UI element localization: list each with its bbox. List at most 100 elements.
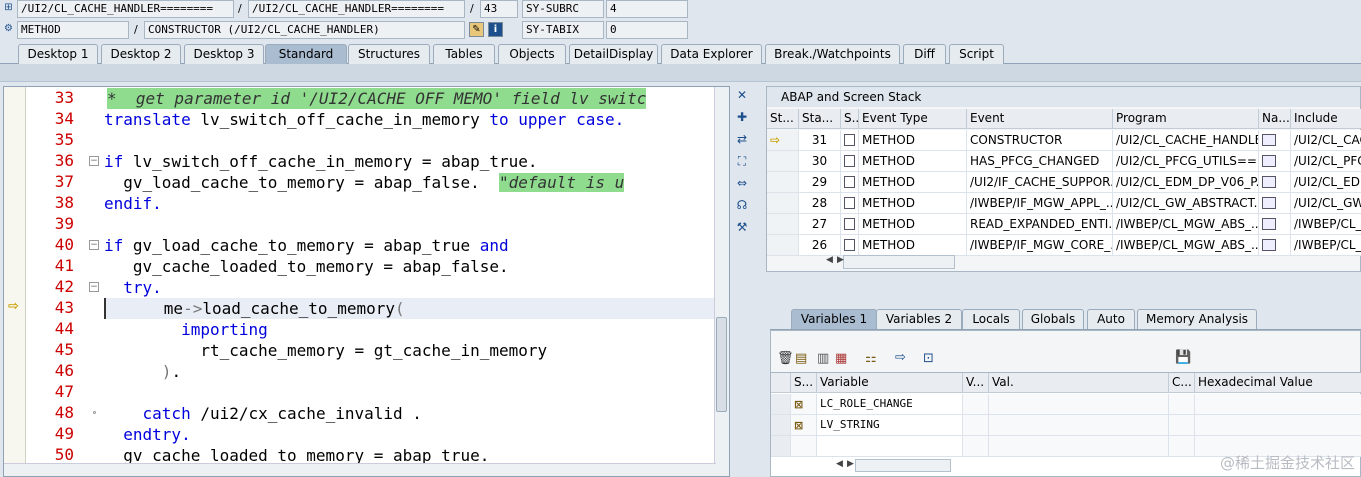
stack-column-header[interactable]: Sta...	[799, 109, 841, 129]
stack-s-cell[interactable]	[841, 193, 859, 214]
variable-column-header[interactable]: Val.	[989, 373, 1169, 393]
stack-event-cell[interactable]: READ_EXPANDED_ENTI...	[967, 214, 1113, 235]
vars-h-scrollbar[interactable]: ◀ ▶	[836, 459, 951, 472]
stack-column-header[interactable]: Event	[967, 109, 1113, 129]
variable-column-header[interactable]: S...	[791, 373, 817, 393]
tab-data-explorer[interactable]: Data Explorer	[661, 44, 762, 64]
stack-event-type-cell[interactable]: METHOD	[859, 172, 967, 193]
stack-active-cell[interactable]	[767, 172, 799, 193]
tab-desktop-2[interactable]: Desktop 2	[101, 44, 181, 64]
stack-include-cell[interactable]: /UI2/CL_GW	[1291, 193, 1361, 214]
stack-active-cell[interactable]	[767, 235, 799, 256]
stack-column-header[interactable]: Program	[1113, 109, 1259, 129]
code-line[interactable]: gv_cache_loaded_to_memory = abap_false.	[104, 256, 509, 277]
code-line[interactable]: try.	[104, 277, 162, 298]
navigate-icon[interactable]	[1262, 239, 1276, 251]
stack-level-cell[interactable]: 30	[799, 151, 841, 172]
editor-horizontal-scrollbar[interactable]	[4, 463, 716, 476]
info-icon[interactable]: i	[488, 22, 503, 37]
fold-toggle-icon[interactable]: −	[89, 240, 99, 250]
variable-name-cell[interactable]: LV_STRING	[817, 415, 963, 436]
stack-column-header[interactable]: Include	[1291, 109, 1361, 129]
stack-event-cell[interactable]: /UI2/IF_CACHE_SUPPOR...	[967, 172, 1113, 193]
stack-include-cell[interactable]: /IWBEP/CL_	[1291, 214, 1361, 235]
tab-structures[interactable]: Structures	[348, 44, 430, 64]
stack-event-cell[interactable]: /IWBEP/IF_MGW_CORE_...	[967, 235, 1113, 256]
variables-tab[interactable]: Auto	[1087, 309, 1135, 329]
fold-toggle-icon[interactable]: −	[89, 156, 99, 166]
variable-column-header[interactable]: V...	[963, 373, 989, 393]
variable-change-cell[interactable]	[1169, 394, 1195, 415]
stack-include-cell[interactable]: /IWBEP/CL_I	[1291, 235, 1361, 256]
tab-standard[interactable]: Standard	[265, 44, 347, 64]
navigate-icon[interactable]	[1262, 176, 1276, 188]
list-icon[interactable]: ▤	[795, 351, 807, 366]
row-selector[interactable]	[771, 394, 791, 415]
variable-column-header[interactable]	[771, 373, 791, 393]
stack-program-cell[interactable]: /UI2/CL_EDM_DP_V06_P...	[1113, 172, 1259, 193]
stack-column-header[interactable]: Na...	[1259, 109, 1291, 129]
variable-status-cell[interactable]	[791, 436, 817, 457]
stack-s-cell[interactable]	[841, 214, 859, 235]
tab-breakpoints[interactable]: Break./Watchpoints	[765, 44, 900, 64]
variable-hex-cell[interactable]	[1195, 394, 1361, 415]
headset-icon[interactable]: ☊	[733, 196, 751, 214]
variable-column-header[interactable]: Hexadecimal Value	[1195, 373, 1361, 393]
stack-s-cell[interactable]	[841, 235, 859, 256]
variables-tab[interactable]: Globals	[1022, 309, 1084, 329]
code-line[interactable]: rt_cache_memory = gt_cache_in_memory	[104, 340, 547, 361]
stack-active-cell[interactable]: ⇨	[767, 130, 799, 151]
stack-include-cell[interactable]: /UI2/CL_EDM	[1291, 172, 1361, 193]
stack-level-cell[interactable]: 29	[799, 172, 841, 193]
stack-column-header[interactable]: St...	[767, 109, 799, 129]
code-line[interactable]: translate lv_switch_off_cache_in_memory …	[104, 109, 624, 130]
variables-tab[interactable]: Variables 2	[876, 309, 962, 329]
stack-level-cell[interactable]: 31	[799, 130, 841, 151]
stack-active-cell[interactable]	[767, 214, 799, 235]
code-line[interactable]: endtry.	[104, 424, 190, 445]
variable-status-cell[interactable]: ⊠	[791, 394, 817, 415]
stack-program-cell[interactable]: /UI2/CL_PFCG_UTILS==...	[1113, 151, 1259, 172]
variables-tab[interactable]: Memory Analysis	[1137, 309, 1257, 329]
tab-tables[interactable]: Tables	[433, 44, 495, 64]
code-line[interactable]: ).	[104, 361, 181, 382]
structure-icon[interactable]: ⚏	[865, 351, 877, 366]
tab-detaildisplay[interactable]: DetailDisplay	[569, 44, 658, 64]
variable-value-cell[interactable]	[989, 415, 1169, 436]
stack-active-cell[interactable]	[767, 151, 799, 172]
fold-toggle-icon[interactable]: −	[89, 282, 99, 292]
save-icon[interactable]: 💾	[1175, 350, 1191, 365]
stack-event-cell[interactable]: /IWBEP/IF_MGW_APPL_...	[967, 193, 1113, 214]
variables-tab[interactable]: Variables 1	[791, 309, 877, 329]
edit-icon[interactable]: ✎	[469, 22, 484, 37]
variable-v-cell[interactable]	[963, 415, 989, 436]
new-tool-icon[interactable]: ✚	[733, 108, 751, 126]
code-line[interactable]: endif.	[104, 193, 162, 214]
stack-s-cell[interactable]	[841, 130, 859, 151]
delete-icon[interactable]: 🗑	[777, 351, 794, 366]
code-line[interactable]: gv_load_cache_to_memory = abap_false. "d…	[104, 172, 625, 193]
swap-tool-icon[interactable]: ⇄	[733, 130, 751, 148]
save-list-icon[interactable]: ▥	[817, 351, 829, 366]
stack-navigate-cell[interactable]	[1259, 130, 1291, 151]
stack-h-scrollbar[interactable]: ◀ ▶	[826, 255, 955, 269]
stack-navigate-cell[interactable]	[1259, 172, 1291, 193]
tab-desktop-1[interactable]: Desktop 1	[18, 44, 98, 64]
row-selector[interactable]	[771, 415, 791, 436]
scroll-right-icon[interactable]: ▶	[847, 459, 854, 469]
variable-column-header[interactable]: C...	[1169, 373, 1195, 393]
code-line[interactable]: if lv_switch_off_cache_in_memory = abap_…	[104, 151, 538, 172]
scroll-thumb[interactable]	[716, 317, 727, 412]
variable-status-cell[interactable]: ⊠	[791, 415, 817, 436]
variable-value-cell[interactable]	[989, 436, 1169, 457]
source-editor[interactable]: 33 34 35 36 37 38 39 40 41 42 43 44 45 46 47 48 49 50 * g…	[3, 86, 730, 477]
code-line[interactable]: if gv_load_cache_to_memory = abap_true a…	[104, 235, 509, 256]
stack-event-type-cell[interactable]: METHOD	[859, 214, 967, 235]
stack-event-type-cell[interactable]: METHOD	[859, 151, 967, 172]
tab-script[interactable]: Script	[949, 44, 1004, 64]
stack-navigate-cell[interactable]	[1259, 214, 1291, 235]
load-list-icon[interactable]: ▦	[835, 351, 847, 366]
stack-level-cell[interactable]: 27	[799, 214, 841, 235]
stack-program-cell[interactable]: /UI2/CL_CACHE_HANDLE...	[1113, 130, 1259, 151]
stack-include-cell[interactable]: /UI2/CL_PFC	[1291, 151, 1361, 172]
